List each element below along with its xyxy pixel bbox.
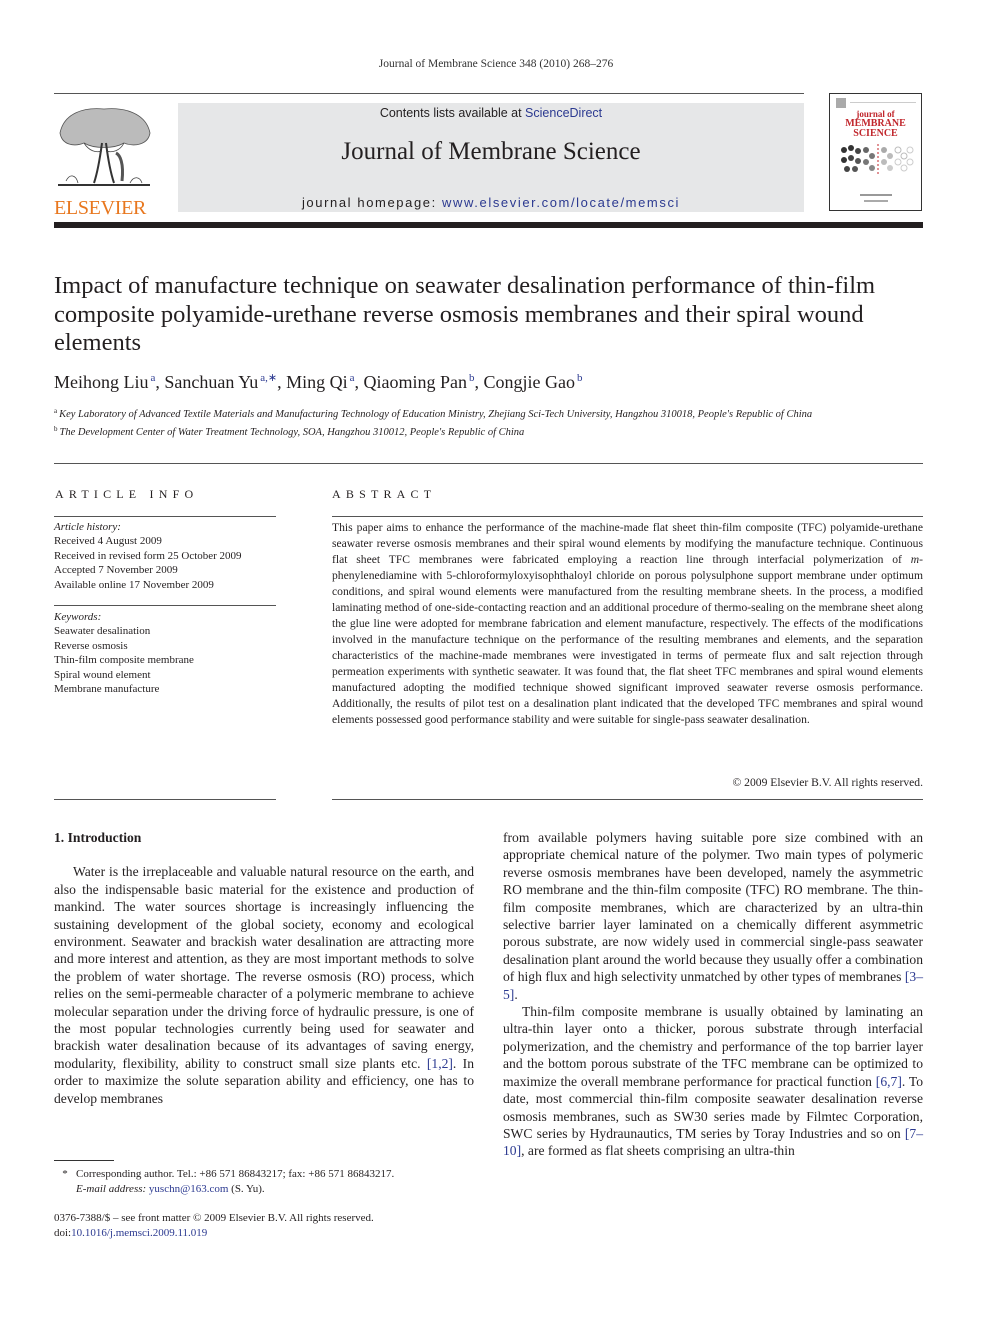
author[interactable]: Meihong Liu a (54, 372, 155, 392)
author-affil-mark[interactable]: a (350, 372, 355, 384)
keywords: Keywords: Seawater desalination Reverse … (54, 610, 276, 696)
body-column-right: from available polymers having suitable … (503, 829, 923, 1160)
email-line: E-mail address: yuschn@163.com (S. Yu). (76, 1182, 265, 1195)
author[interactable]: Qiaoming Pan b (363, 372, 474, 392)
cover-title: journal of MEMBRANE SCIENCE (830, 109, 921, 139)
author-affil-mark[interactable]: b (469, 372, 475, 384)
keyword: Thin-film composite membrane (54, 654, 194, 667)
cover-footer-mark (860, 194, 892, 196)
author[interactable]: Sanchuan Yu a,∗ (164, 372, 277, 392)
footnote-star: * (62, 1168, 68, 1180)
corresponding-author-note: * Corresponding author. Tel.: +86 571 868… (54, 1167, 484, 1182)
homepage-link[interactable]: www.elsevier.com/locate/memsci (442, 195, 680, 210)
author[interactable]: Ming Qi a (286, 372, 354, 392)
contents-line: Contents lists available at ScienceDirec… (178, 106, 804, 120)
header-top-rule (54, 93, 804, 94)
elsevier-logo[interactable]: ELSEVIER (54, 103, 156, 219)
cover-footer-mark (864, 200, 888, 202)
history-label: Article history: (54, 521, 121, 533)
article-info-rule (54, 605, 276, 606)
author-list: Meihong Liu a, Sanchuan Yu a,∗, Ming Qi a, … (54, 372, 583, 392)
history-item: Received in revised form 25 October 2009 (54, 549, 242, 562)
keyword: Spiral wound element (54, 668, 151, 681)
email-link[interactable]: yuschn@163.com (149, 1183, 228, 1195)
contents-prefix: Contents lists available at (379, 106, 526, 120)
issn-line: 0376-7388/$ – see front matter © 2009 El… (54, 1212, 374, 1224)
article-info-rule (54, 516, 276, 517)
elsevier-tree-icon (58, 108, 151, 186)
elsevier-wordmark: ELSEVIER (54, 197, 147, 219)
section-divider (54, 463, 923, 464)
author[interactable]: Congjie Gao b (483, 372, 582, 392)
article-info-rule (54, 799, 276, 800)
sciencedirect-link[interactable]: ScienceDirect (525, 106, 602, 120)
affiliations: a Key Laboratory of Advanced Textile Mate… (54, 404, 934, 440)
abstract-heading: ABSTRACT (332, 487, 437, 501)
keyword: Reverse osmosis (54, 639, 128, 652)
footnote-rule (54, 1160, 114, 1161)
abstract-rule (332, 516, 923, 517)
author-affil-mark[interactable]: a (151, 372, 156, 384)
running-head: Journal of Membrane Science 348 (2010) 2… (378, 58, 614, 70)
front-matter: 0376-7388/$ – see front matter © 2009 El… (54, 1211, 484, 1240)
doi-line: doi:10.1016/j.memsci.2009.11.019 (54, 1226, 208, 1239)
homepage-prefix: journal homepage: (301, 195, 443, 210)
body-paragraph: from available polymers having suitable … (503, 830, 923, 1002)
keyword: Membrane manufacture (54, 683, 160, 696)
abstract-copyright: © 2009 Elsevier B.V. All rights reserved… (732, 776, 923, 789)
journal-cover-thumbnail[interactable]: journal of MEMBRANE SCIENCE (829, 93, 922, 211)
keywords-label: Keywords: (54, 611, 102, 623)
body-paragraph: Thin-film composite membrane is usually … (503, 1004, 924, 1159)
article-history: Article history: Received 4 August 2009 … (54, 520, 276, 592)
abstract-text: This paper aims to enhance the performan… (332, 521, 923, 726)
body-column-left: 1. Introduction Water is the irreplaceab… (54, 829, 474, 1107)
history-item: Available online 17 November 2009 (54, 578, 214, 591)
cover-publisher-icon (836, 98, 846, 108)
author-affil-mark[interactable]: a,∗ (260, 372, 277, 384)
history-item: Accepted 7 November 2009 (54, 564, 178, 577)
citation-link[interactable]: [6,7] (876, 1074, 902, 1089)
footnote: * Corresponding author. Tel.: +86 571 868… (54, 1167, 484, 1196)
author-affil-mark[interactable]: b (577, 372, 583, 384)
doi-link[interactable]: 10.1016/j.memsci.2009.11.019 (71, 1227, 207, 1239)
journal-banner: Contents lists available at ScienceDirec… (178, 103, 804, 212)
abstract-rule (332, 799, 923, 800)
body-paragraph: Water is the irreplaceable and valuable … (54, 864, 474, 1106)
article-title: Impact of manufacture technique on seawa… (54, 272, 876, 356)
article-info-heading: ARTICLE INFO (55, 487, 199, 501)
cover-molecule-graphic-icon (841, 144, 914, 176)
affiliation: b The Development Center of Water Treatme… (54, 425, 525, 438)
cover-rule (850, 102, 916, 103)
homepage-line: journal homepage: www.elsevier.com/locat… (178, 195, 804, 210)
citation-link[interactable]: [1,2] (427, 1056, 453, 1071)
cover-title-line3: SCIENCE (853, 128, 898, 139)
section-heading: 1. Introduction (54, 830, 142, 845)
keyword: Seawater desalination (54, 625, 151, 638)
header-thick-rule (54, 222, 923, 228)
history-item: Received 4 August 2009 (54, 535, 162, 548)
affiliation: a Key Laboratory of Advanced Textile Mate… (54, 407, 813, 420)
journal-name: Journal of Membrane Science (341, 138, 641, 165)
